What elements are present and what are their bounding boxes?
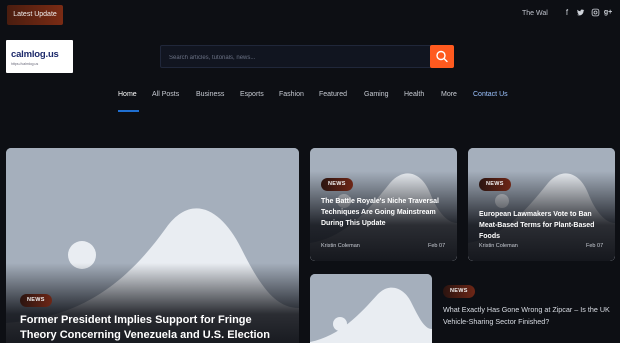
twitter-icon[interactable] [575, 8, 585, 18]
featured-news-badge[interactable]: NEWS [20, 294, 52, 307]
nav-contact-us[interactable]: Contact Us [473, 91, 508, 98]
nav-gaming[interactable]: Gaming [364, 91, 389, 98]
logo-text: calmlog.us [11, 49, 59, 60]
news-ticker[interactable]: The Wal [522, 10, 548, 17]
instagram-icon[interactable] [590, 8, 600, 18]
latest-update-button[interactable]: Latest Update [7, 5, 63, 25]
post-card[interactable]: NEWS European Lawmakers Vote to Ban Meat… [468, 148, 615, 261]
post-news-badge[interactable]: NEWS [479, 178, 511, 191]
post-card[interactable]: NEWS The Battle Royale's Niche Traversal… [310, 148, 457, 261]
post-date: Feb 07 [428, 243, 446, 249]
side-post-news-badge[interactable]: NEWS [443, 285, 475, 298]
side-post-title[interactable]: What Exactly Has Gone Wrong at Zipcar – … [443, 304, 618, 328]
post-author[interactable]: Kristin Coleman [321, 243, 360, 249]
nav-fashion[interactable]: Fashion [279, 91, 304, 98]
post-title[interactable]: European Lawmakers Vote to Ban Meat-Base… [479, 209, 611, 242]
nav-business[interactable]: Business [196, 91, 224, 98]
search-icon [436, 50, 448, 63]
post-news-badge[interactable]: NEWS [321, 178, 353, 191]
nav-active-indicator [118, 110, 139, 112]
placeholder-image [310, 274, 432, 343]
search-input[interactable] [161, 47, 401, 69]
nav-more[interactable]: More [441, 91, 457, 98]
post-title[interactable]: The Battle Royale's Niche Traversal Tech… [321, 196, 451, 229]
facebook-icon[interactable]: f [562, 8, 572, 18]
logo-tagline: https://calmlog.us [11, 62, 39, 66]
top-bar: Latest Update The Wal f g+ [0, 0, 620, 30]
google-plus-icon[interactable]: g+ [603, 8, 613, 18]
nav-esports[interactable]: Esports [240, 91, 264, 98]
nav-health[interactable]: Health [404, 91, 424, 98]
post-author[interactable]: Kristin Coleman [479, 243, 518, 249]
nav-all-posts[interactable]: All Posts [152, 91, 179, 98]
featured-post-title[interactable]: Former President Implies Support for Fri… [20, 313, 290, 343]
nav-home[interactable]: Home [118, 91, 137, 98]
search-button[interactable] [430, 45, 454, 68]
side-post-thumbnail[interactable] [310, 274, 432, 343]
site-logo[interactable]: calmlog.us https://calmlog.us [6, 40, 73, 73]
nav-featured[interactable]: Featured [319, 91, 347, 98]
post-date: Feb 07 [586, 243, 604, 249]
search-bar [160, 45, 432, 69]
featured-post-card[interactable]: NEWS Former President Implies Support fo… [6, 148, 299, 343]
